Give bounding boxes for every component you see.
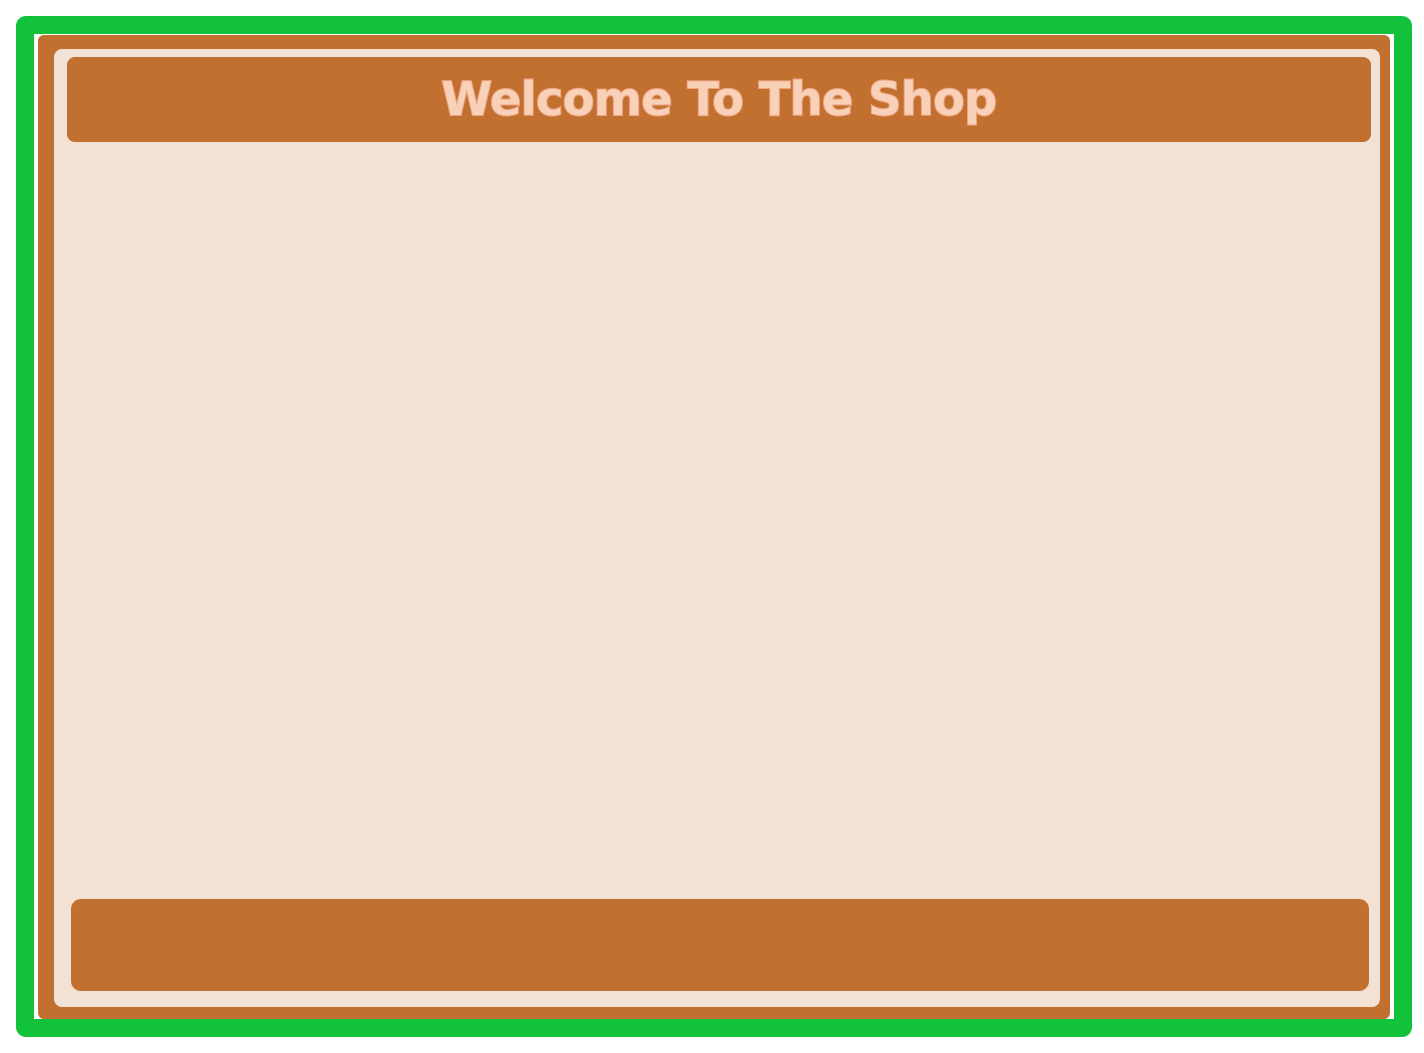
shop-footer-bar [71,899,1369,991]
shop-content-area [70,150,1368,890]
shop-header: Welcome To The Shop [67,57,1371,142]
shop-title: Welcome To The Shop [440,71,998,127]
